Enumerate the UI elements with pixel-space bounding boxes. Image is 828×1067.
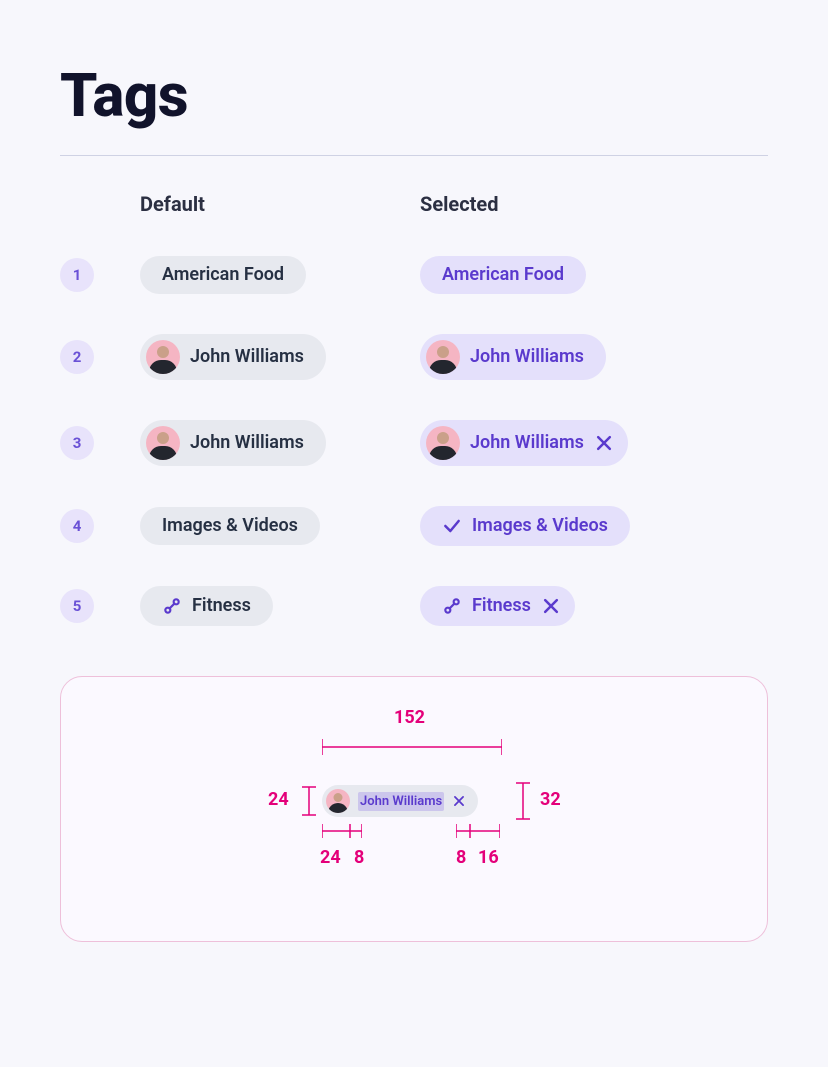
spec-diagram: 152 24 32 John Wi <box>204 707 624 907</box>
tag-selected-icon-close[interactable]: Fitness <box>420 586 575 626</box>
cell-default-3: John Williams <box>140 420 400 466</box>
spec-bottom-mark-left <box>322 821 362 841</box>
tag-default-avatar[interactable]: John Williams <box>140 420 326 466</box>
avatar <box>146 340 180 374</box>
variants-grid: Default Selected 1 American Food America… <box>60 192 768 626</box>
tag-label: John Williams <box>190 434 304 452</box>
spec-pad-right-label: 16 <box>478 847 499 868</box>
cell-default-4: Images & Videos <box>140 507 400 545</box>
spec-gap-right-label: 8 <box>456 847 466 868</box>
spec-panel: 152 24 32 John Wi <box>60 676 768 942</box>
spec-bottom-mark-right <box>456 821 500 841</box>
spec-avatar-label: 24 <box>268 789 289 810</box>
row-badge-4: 4 <box>60 509 94 543</box>
avatar <box>426 340 460 374</box>
tag-label: American Food <box>442 266 564 284</box>
tag-label: American Food <box>162 266 284 284</box>
divider <box>60 155 768 156</box>
tag-selected-avatar-close[interactable]: John Williams <box>420 420 628 466</box>
spec-avatar-mark <box>300 785 318 817</box>
tag-default-icon[interactable]: Fitness <box>140 586 273 626</box>
cell-selected-4: Images & Videos <box>420 506 768 546</box>
close-icon[interactable] <box>541 596 561 616</box>
tag-default-text[interactable]: American Food <box>140 256 306 294</box>
tag-label: John Williams <box>470 434 584 452</box>
spec-height-mark <box>514 781 532 821</box>
tag-selected-text[interactable]: American Food <box>420 256 586 294</box>
column-header-default: Default <box>140 192 400 216</box>
page: Tags Default Selected 1 American Food Am… <box>0 0 828 982</box>
tag-selected-check[interactable]: Images & Videos <box>420 506 630 546</box>
tag-label: Images & Videos <box>472 517 608 535</box>
tag-label: John Williams <box>358 792 444 811</box>
dumbbell-icon <box>162 596 182 616</box>
dumbbell-icon <box>442 596 462 616</box>
row-badge-3: 3 <box>60 426 94 460</box>
close-icon[interactable] <box>594 433 614 453</box>
tag-selected-avatar[interactable]: John Williams <box>420 334 606 380</box>
page-title: Tags <box>60 60 768 131</box>
cell-selected-3: John Williams <box>420 420 768 466</box>
cell-selected-1: American Food <box>420 256 768 294</box>
row-badge-5: 5 <box>60 589 94 623</box>
tag-label: John Williams <box>190 348 304 366</box>
tag-label: John Williams <box>470 348 584 366</box>
cell-default-2: John Williams <box>140 334 400 380</box>
avatar <box>426 426 460 460</box>
cell-default-5: Fitness <box>140 586 400 626</box>
cell-selected-5: Fitness <box>420 586 768 626</box>
close-icon <box>452 794 466 808</box>
spec-avatar-col-label: 24 <box>320 847 341 868</box>
cell-default-1: American Food <box>140 256 400 294</box>
tag-label: Fitness <box>192 597 251 615</box>
spec-height-label: 32 <box>540 789 561 810</box>
spec-example-tag: John Williams <box>322 785 478 817</box>
spec-width-label: 152 <box>394 707 425 728</box>
tag-label: Fitness <box>472 597 531 615</box>
avatar <box>146 426 180 460</box>
tag-default-text[interactable]: Images & Videos <box>140 507 320 545</box>
avatar <box>326 789 350 813</box>
spec-width-mark <box>322 735 502 759</box>
cell-selected-2: John Williams <box>420 334 768 380</box>
tag-default-avatar[interactable]: John Williams <box>140 334 326 380</box>
tag-label: Images & Videos <box>162 517 298 535</box>
check-icon <box>442 516 462 536</box>
spec-gap-left-label: 8 <box>354 847 364 868</box>
row-badge-2: 2 <box>60 340 94 374</box>
column-header-selected: Selected <box>420 192 768 216</box>
row-badge-1: 1 <box>60 258 94 292</box>
